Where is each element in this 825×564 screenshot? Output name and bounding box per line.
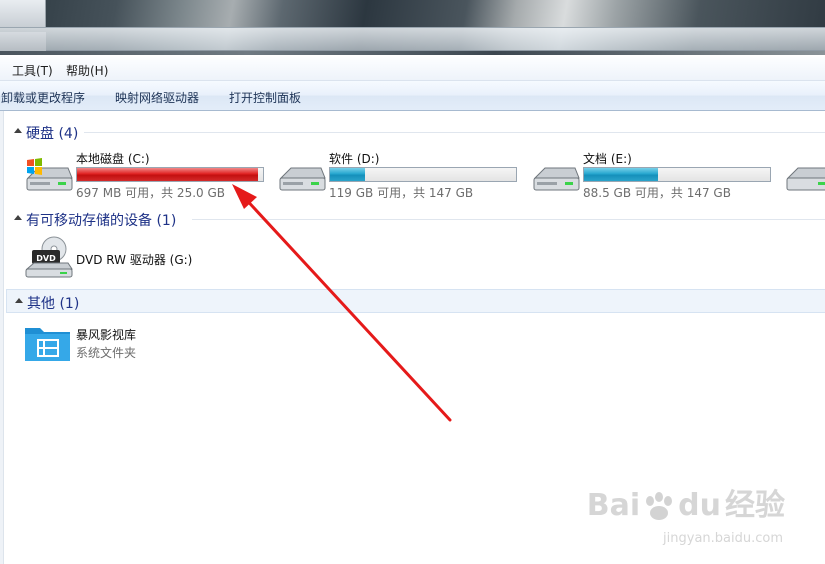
watermark-du: du: [678, 488, 721, 523]
drive-c[interactable]: 本地磁盘 (C:) 697 MB 可用，共 25.0 GB: [24, 150, 274, 200]
drive-name: 软件 (D:): [329, 152, 380, 166]
baidu-watermark: Bai du 经验: [587, 480, 785, 524]
window-title-bar: [0, 0, 825, 55]
drive-d[interactable]: 软件 (D:) 119 GB 可用，共 147 GB: [277, 150, 527, 200]
drive-usage-fill: [330, 168, 366, 181]
drive-usage-fill: [77, 168, 258, 181]
map-network-drive-button[interactable]: 映射网络驱动器: [115, 89, 199, 106]
drive-name: 文档 (E:): [583, 152, 632, 166]
group-divider: [84, 132, 825, 133]
drive-space-info: 119 GB 可用，共 147 GB: [329, 186, 474, 200]
watermark-url: jingyan.baidu.com: [663, 531, 783, 546]
drive-e[interactable]: 文档 (E:) 88.5 GB 可用，共 147 GB: [531, 150, 781, 200]
title-bar-highlight-lower: [0, 32, 46, 52]
group-divider: [192, 219, 825, 220]
baofeng-library[interactable]: 暴风影视库 系统文件夹: [24, 324, 224, 368]
drive-usage-bar: [76, 167, 264, 182]
hard-drive-icon: [786, 167, 825, 191]
drive-space-info: 88.5 GB 可用，共 147 GB: [583, 186, 731, 200]
dvd-drive-name: DVD RW 驱动器 (G:): [76, 253, 193, 267]
collapse-triangle-icon[interactable]: [14, 128, 22, 133]
system-drive-icon: [26, 158, 73, 191]
drive-usage-bar: [329, 167, 517, 182]
drive-partial[interactable]: [784, 150, 825, 200]
dvd-drive[interactable]: DVD DVD RW 驱动器 (G:): [24, 235, 224, 279]
command-toolbar: 卸载或更改程序 映射网络驱动器 打开控制面板: [0, 81, 825, 111]
title-bar-separator: [0, 51, 825, 55]
collapse-triangle-icon[interactable]: [15, 298, 23, 303]
menu-tools[interactable]: 工具(T): [12, 62, 53, 79]
library-type: 系统文件夹: [76, 346, 137, 360]
baidu-paw-icon: [646, 491, 673, 520]
group-title: 硬盘 (4): [26, 126, 79, 142]
menu-help[interactable]: 帮助(H): [66, 62, 108, 79]
uninstall-program-button[interactable]: 卸载或更改程序: [1, 89, 85, 106]
media-folder-icon: [25, 328, 70, 361]
navigation-pane-edge: [0, 111, 4, 564]
hard-drive-icon: [279, 167, 326, 191]
group-header-hard-disks[interactable]: 硬盘 (4): [6, 120, 825, 144]
library-name: 暴风影视库: [76, 328, 137, 342]
drive-usage-bar: [583, 167, 771, 182]
drive-space-info: 697 MB 可用，共 25.0 GB: [76, 186, 225, 200]
watermark-bai: Bai: [586, 488, 641, 523]
group-title: 有可移动存储的设备 (1): [26, 213, 177, 229]
drive-name: 本地磁盘 (C:): [76, 152, 150, 166]
group-header-other[interactable]: 其他 (1): [6, 289, 825, 313]
dvd-icon-label: DVD: [36, 254, 56, 263]
dvd-drive-icon: DVD: [25, 236, 73, 278]
drive-usage-fill: [584, 168, 659, 181]
group-title: 其他 (1): [27, 296, 80, 312]
hard-drive-icon: [533, 167, 580, 191]
menu-bar: 工具(T) 帮助(H): [0, 57, 825, 81]
watermark-brand: 经验: [725, 488, 785, 523]
group-header-removable[interactable]: 有可移动存储的设备 (1): [6, 207, 825, 231]
collapse-triangle-icon[interactable]: [14, 215, 22, 220]
title-bar-highlight: [0, 0, 46, 27]
address-bar-strip[interactable]: [0, 27, 825, 51]
open-control-panel-button[interactable]: 打开控制面板: [229, 89, 301, 106]
